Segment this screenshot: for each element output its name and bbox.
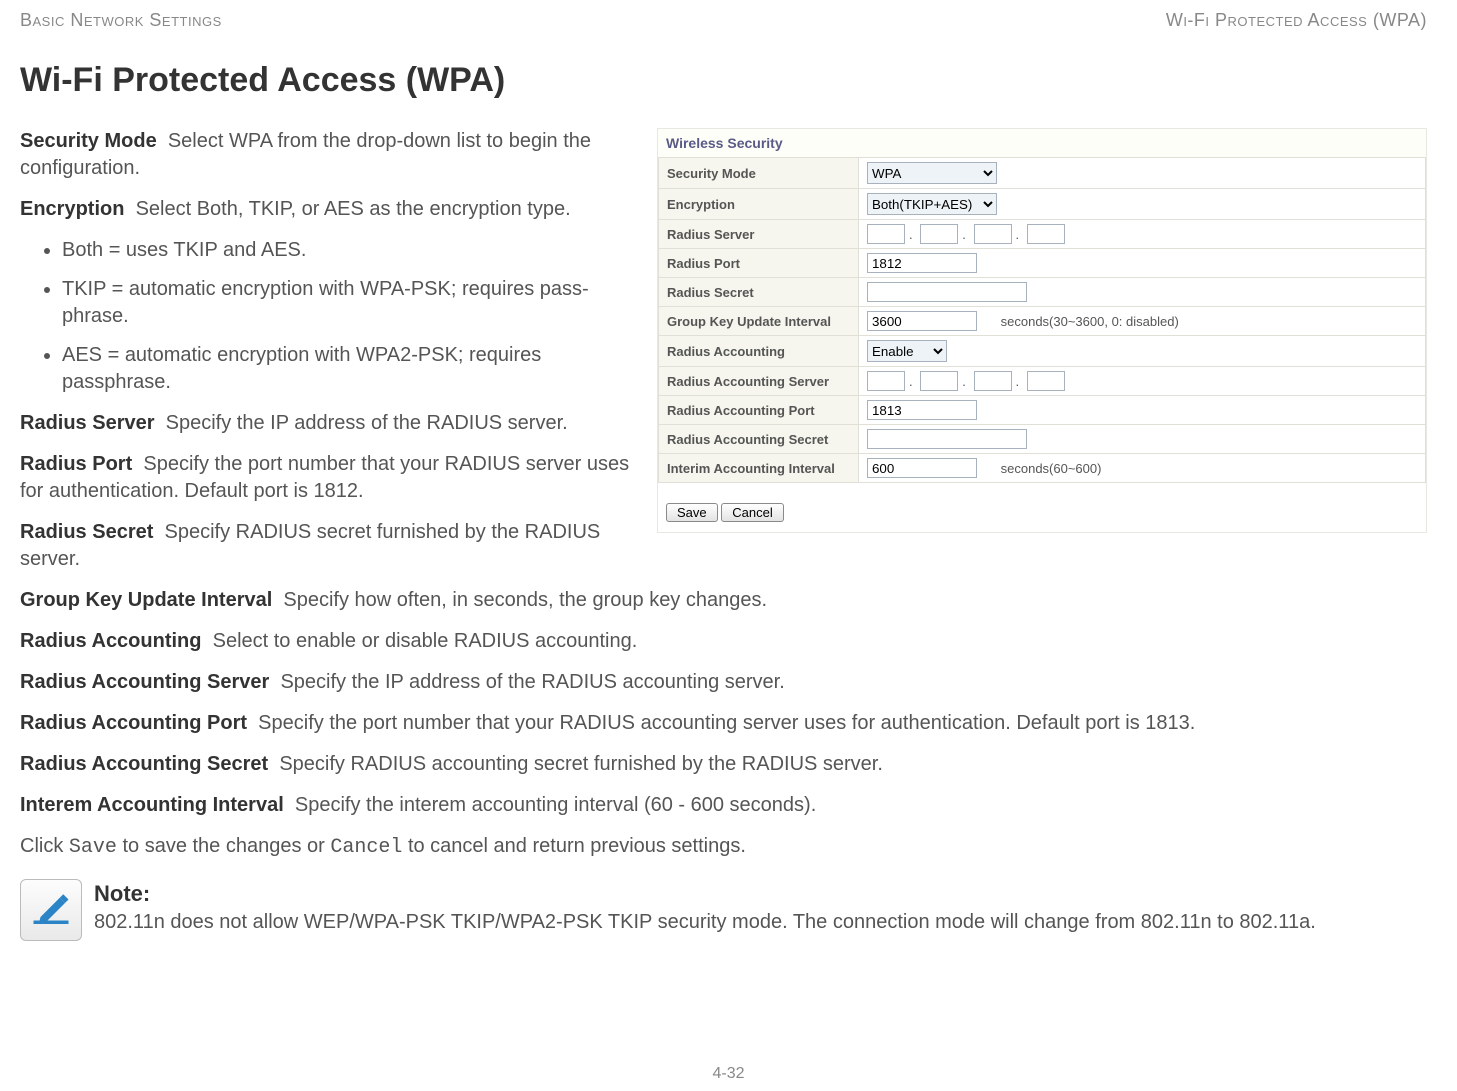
input-interim[interactable] — [867, 458, 977, 478]
ip-radius-server: . . . — [859, 220, 1426, 249]
txt-radius-acc-port: Specify the port number that your RADIUS… — [258, 712, 1195, 734]
txt-radius-acc-secret: Specify RADIUS accounting secret furnish… — [279, 753, 883, 775]
row-security-mode: Security Mode WPA — [659, 158, 1426, 189]
radius-acc-server-oct1[interactable] — [867, 371, 905, 391]
panel-table: Security Mode WPA Encryption Both(TKIP+A… — [658, 157, 1426, 483]
input-group-key[interactable] — [867, 311, 977, 331]
radius-acc-server-oct2[interactable] — [920, 371, 958, 391]
header-right: Wi-Fi Protected Access (WPA) — [1166, 10, 1427, 31]
page-title: Wi-Fi Protected Access (WPA) — [20, 61, 1427, 100]
select-encryption[interactable]: Both(TKIP+AES) — [867, 193, 997, 215]
row-radius-secret: Radius Secret — [659, 278, 1426, 307]
row-encryption: Encryption Both(TKIP+AES) — [659, 189, 1426, 220]
lbl-radius-acc: Radius Accounting — [20, 630, 201, 652]
lbl-radius-acc-port: Radius Accounting Port — [20, 712, 247, 734]
label-radius-acc-port: Radius Accounting Port — [659, 396, 859, 425]
label-radius-acc-server: Radius Accounting Server — [659, 367, 859, 396]
label-security-mode: Security Mode — [659, 158, 859, 189]
row-radius-server: Radius Server . . . — [659, 220, 1426, 249]
lbl-radius-acc-server: Radius Accounting Server — [20, 671, 269, 693]
label-radius-acc: Radius Accounting — [659, 336, 859, 367]
txt-radius-acc-server: Specify the IP address of the RADIUS acc… — [280, 671, 784, 693]
label-group-key: Group Key Update Interval — [659, 307, 859, 336]
select-radius-acc[interactable]: Enable — [867, 340, 947, 362]
note-body: 802.11n does not allow WEP/WPA-PSK TKIP/… — [94, 909, 1316, 936]
lbl-encryption: Encryption — [20, 198, 124, 220]
txt-radius-acc: Select to enable or disable RADIUS accou… — [213, 630, 638, 652]
page-number: 4-32 — [0, 1065, 1457, 1083]
page-header: Basic Network Settings Wi-Fi Protected A… — [20, 10, 1427, 31]
row-interim: Interim Accounting Interval seconds(60~6… — [659, 454, 1426, 483]
label-radius-acc-secret: Radius Accounting Secret — [659, 425, 859, 454]
content-area: Wireless Security Security Mode WPA Encr… — [20, 128, 1427, 941]
row-radius-port: Radius Port — [659, 249, 1426, 278]
lbl-interem: Interem Accounting Interval — [20, 794, 284, 816]
header-left: Basic Network Settings — [20, 10, 222, 31]
txt-interem: Specify the interem accounting interval … — [295, 794, 816, 816]
note-title: Note: — [94, 879, 1316, 909]
label-interim: Interim Accounting Interval — [659, 454, 859, 483]
radius-server-oct4[interactable] — [1027, 224, 1065, 244]
save-cancel-line: Click Save to save the changes or Cancel… — [20, 833, 1420, 861]
radius-server-oct2[interactable] — [920, 224, 958, 244]
lbl-security-mode: Security Mode — [20, 130, 157, 152]
bullet-aes: AES = automatic encryption with WPA2-PSK… — [62, 342, 622, 396]
txt-radius-server: Specify the IP address of the RADIUS ser… — [166, 412, 568, 434]
label-radius-secret: Radius Secret — [659, 278, 859, 307]
hint-interim: seconds(60~600) — [1001, 461, 1102, 476]
label-encryption: Encryption — [659, 189, 859, 220]
lbl-group-key: Group Key Update Interval — [20, 589, 272, 611]
input-radius-acc-port[interactable] — [867, 400, 977, 420]
txt-encryption: Select Both, TKIP, or AES as the encrypt… — [136, 198, 571, 220]
radius-acc-server-oct3[interactable] — [974, 371, 1012, 391]
note-box: Note: 802.11n does not allow WEP/WPA-PSK… — [20, 879, 1427, 941]
bullet-both: Both = uses TKIP and AES. — [62, 237, 622, 264]
lbl-radius-secret: Radius Secret — [20, 521, 153, 543]
row-radius-acc-secret: Radius Accounting Secret — [659, 425, 1426, 454]
txt-group-key: Specify how often, in seconds, the group… — [283, 589, 767, 611]
wireless-security-panel: Wireless Security Security Mode WPA Encr… — [657, 128, 1427, 533]
pencil-note-icon — [20, 879, 82, 941]
mono-cancel: Cancel — [330, 836, 402, 859]
panel-cancel-button[interactable]: Cancel — [721, 503, 783, 522]
ip-radius-acc-server: . . . — [859, 367, 1426, 396]
lbl-radius-port: Radius Port — [20, 453, 132, 475]
lbl-radius-acc-secret: Radius Accounting Secret — [20, 753, 268, 775]
input-radius-acc-secret[interactable] — [867, 429, 1027, 449]
select-security-mode[interactable]: WPA — [867, 162, 997, 184]
hint-group-key: seconds(30~3600, 0: disabled) — [1001, 314, 1179, 329]
bullet-tkip: TKIP = automatic encryption with WPA-PSK… — [62, 276, 622, 330]
row-radius-acc-server: Radius Accounting Server . . . — [659, 367, 1426, 396]
label-radius-port: Radius Port — [659, 249, 859, 278]
label-radius-server: Radius Server — [659, 220, 859, 249]
row-radius-acc: Radius Accounting Enable — [659, 336, 1426, 367]
row-radius-acc-port: Radius Accounting Port — [659, 396, 1426, 425]
panel-buttons: Save Cancel — [658, 483, 1426, 532]
lbl-radius-server: Radius Server — [20, 412, 155, 434]
radius-server-oct3[interactable] — [974, 224, 1012, 244]
row-group-key: Group Key Update Interval seconds(30~360… — [659, 307, 1426, 336]
input-radius-secret[interactable] — [867, 282, 1027, 302]
input-radius-port[interactable] — [867, 253, 977, 273]
panel-save-button[interactable]: Save — [666, 503, 718, 522]
mono-save: Save — [69, 836, 117, 859]
radius-server-oct1[interactable] — [867, 224, 905, 244]
radius-acc-server-oct4[interactable] — [1027, 371, 1065, 391]
panel-title: Wireless Security — [658, 129, 1426, 157]
